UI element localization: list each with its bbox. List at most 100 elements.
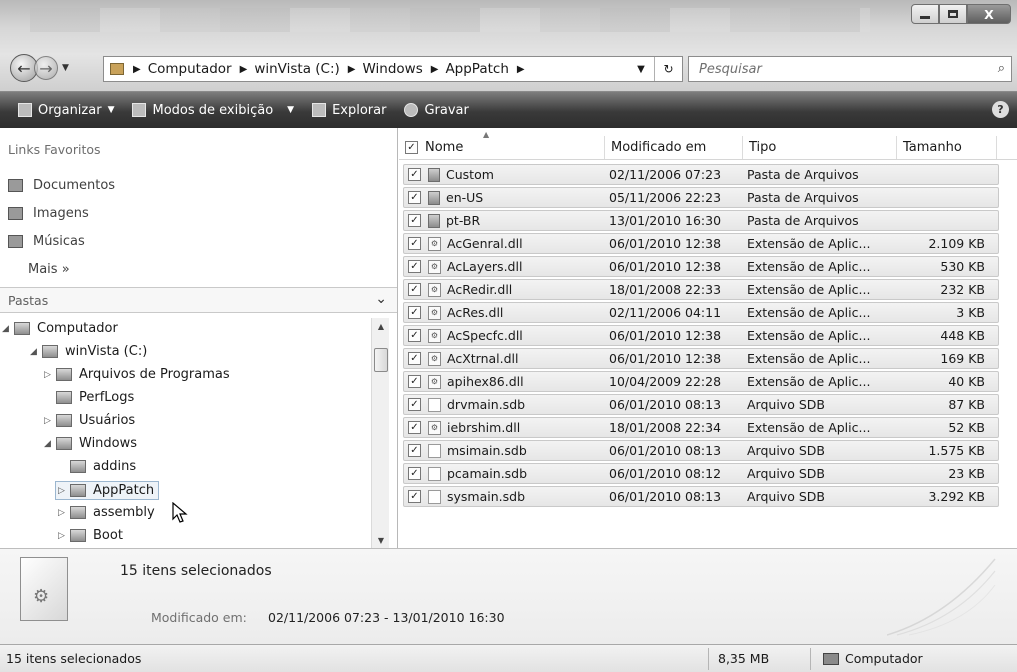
search-input[interactable]: Pesquisar ⌕: [688, 56, 1012, 82]
row-checkbox[interactable]: ✓: [408, 352, 421, 365]
row-checkbox[interactable]: ✓: [408, 191, 421, 204]
row-checkbox[interactable]: ✓: [408, 467, 421, 480]
file-row[interactable]: ✓ ⚙ AcXtrnal.dll 06/01/2010 12:38 Extensão d…: [403, 348, 999, 369]
search-icon[interactable]: ⌕: [998, 61, 1005, 76]
breadcrumb-separator[interactable]: ▶: [133, 64, 141, 75]
file-row[interactable]: ✓ ⚙ AcRes.dll 02/11/2006 04:11 Extensão de A…: [403, 302, 999, 323]
file-modified: 06/01/2010 12:38: [609, 328, 722, 343]
folder-icon: [56, 437, 72, 450]
expanded-arrow-icon[interactable]: ◢: [44, 439, 56, 449]
breadcrumb-winvista[interactable]: winVista (C:): [254, 61, 339, 77]
expanded-arrow-icon[interactable]: ◢: [2, 324, 14, 334]
breadcrumb-separator[interactable]: ▶: [240, 64, 248, 75]
favorite-link-documentos[interactable]: Documentos: [8, 178, 115, 193]
breadcrumb-separator[interactable]: ▶: [517, 64, 525, 75]
scroll-down-arrow-icon[interactable]: ▼: [372, 532, 390, 548]
recent-pages-dropdown[interactable]: ▼: [62, 63, 69, 73]
file-row[interactable]: ✓ ⚙ AcGenral.dll 06/01/2010 12:38 Extensão d…: [403, 233, 999, 254]
collapsed-arrow-icon[interactable]: ▷: [44, 370, 56, 380]
row-checkbox[interactable]: ✓: [408, 237, 421, 250]
breadcrumb-computador[interactable]: Computador: [148, 61, 232, 77]
breadcrumb-windows[interactable]: Windows: [362, 61, 422, 77]
folder-icon: [56, 414, 72, 427]
file-row[interactable]: ✓ drvmain.sdb 06/01/2010 08:13 Arquivo SDB 8…: [403, 394, 999, 415]
row-checkbox[interactable]: ✓: [408, 260, 421, 273]
tree-item-perflogs[interactable]: PerfLogs: [56, 390, 134, 405]
file-row[interactable]: ✓ ⚙ AcRedir.dll 18/01/2008 22:33 Extensão de…: [403, 279, 999, 300]
scroll-up-arrow-icon[interactable]: ▲: [372, 318, 390, 334]
row-checkbox[interactable]: ✓: [408, 375, 421, 388]
collapsed-arrow-icon[interactable]: ▷: [58, 486, 70, 496]
tree-item-usuarios[interactable]: ▷ Usuários: [44, 413, 135, 428]
file-row[interactable]: ✓ pt-BR 13/01/2010 16:30 Pasta de Arquivos: [403, 210, 999, 231]
row-checkbox[interactable]: ✓: [408, 444, 421, 457]
refresh-icon: ↻: [663, 62, 674, 76]
breadcrumb-separator[interactable]: ▶: [431, 64, 439, 75]
tree-item-addins[interactable]: addins: [70, 459, 136, 474]
row-checkbox[interactable]: ✓: [408, 168, 421, 181]
maximize-button[interactable]: [939, 4, 967, 24]
file-name: en-US: [446, 190, 484, 205]
address-bar[interactable]: ▶ Computador ▶ winVista (C:) ▶ Windows ▶…: [103, 56, 683, 82]
minimize-button[interactable]: [911, 4, 939, 24]
favorite-link-imagens[interactable]: Imagens: [8, 206, 89, 221]
organize-button[interactable]: Organizar ▼: [18, 103, 114, 118]
file-row[interactable]: ✓ ⚙ apihex86.dll 10/04/2009 22:28 Extensão d…: [403, 371, 999, 392]
address-dropdown-button[interactable]: ▼: [628, 64, 654, 75]
file-row[interactable]: ✓ ⚙ AcSpecfc.dll 06/01/2010 12:38 Extensão d…: [403, 325, 999, 346]
file-row[interactable]: ✓ pcamain.sdb 06/01/2010 08:12 Arquivo SDB 2…: [403, 463, 999, 484]
tree-item-winvista[interactable]: ◢ winVista (C:): [30, 344, 147, 359]
tree-item-apppatch[interactable]: ▷ AppPatch: [55, 481, 160, 500]
favorite-links-heading: Links Favoritos: [8, 142, 101, 157]
tree-item-assembly[interactable]: ▷ assembly: [58, 505, 155, 520]
column-header-modified[interactable]: Modificado em: [605, 136, 743, 159]
column-header-size[interactable]: Tamanho: [897, 136, 997, 159]
status-bar: 15 itens selecionados 8,35 MB Computador: [0, 644, 1017, 672]
close-button[interactable]: X: [967, 4, 1011, 24]
folder-tree-scrollbar[interactable]: ▲ ▼: [371, 318, 389, 548]
tree-item-arquivos-de-programas[interactable]: ▷ Arquivos de Programas: [44, 367, 230, 382]
row-checkbox[interactable]: ✓: [408, 306, 421, 319]
collapsed-arrow-icon[interactable]: ▷: [58, 531, 70, 541]
file-row[interactable]: ✓ en-US 05/11/2006 22:23 Pasta de Arquivos: [403, 187, 999, 208]
row-checkbox[interactable]: ✓: [408, 421, 421, 434]
chevron-down-icon[interactable]: ⌄: [375, 291, 387, 307]
file-row[interactable]: ✓ sysmain.sdb 06/01/2010 08:13 Arquivo SDB 3…: [403, 486, 999, 507]
tree-item-windows[interactable]: ◢ Windows: [44, 436, 137, 451]
expanded-arrow-icon[interactable]: ◢: [30, 347, 42, 357]
breadcrumb-separator[interactable]: ▶: [348, 64, 356, 75]
row-checkbox[interactable]: ✓: [408, 398, 421, 411]
favorite-link-musicas[interactable]: Músicas: [8, 234, 85, 249]
help-icon[interactable]: ?: [992, 101, 1009, 118]
tree-item-computador[interactable]: ◢ Computador: [2, 321, 118, 336]
column-header-type[interactable]: Tipo: [743, 136, 897, 159]
file-modified: 10/04/2009 22:28: [609, 374, 722, 389]
collapsed-arrow-icon[interactable]: ▷: [58, 508, 70, 518]
forward-button[interactable]: →: [34, 56, 58, 80]
file-row[interactable]: ✓ ⚙ AcLayers.dll 06/01/2010 12:38 Extensão d…: [403, 256, 999, 277]
select-all-checkbox[interactable]: ✓: [405, 141, 418, 154]
folders-header[interactable]: Pastas ⌄: [0, 287, 397, 313]
row-checkbox[interactable]: ✓: [408, 283, 421, 296]
column-header-name[interactable]: ✓ Nome ▲: [399, 130, 605, 159]
more-links[interactable]: Mais »: [28, 262, 70, 277]
views-button[interactable]: Modos de exibição ▼: [132, 103, 294, 118]
refresh-button[interactable]: ↻: [654, 57, 682, 81]
tree-item-label: Boot: [93, 528, 123, 543]
file-row[interactable]: ✓ ⚙ iebrshim.dll 18/01/2008 22:34 Extensão d…: [403, 417, 999, 438]
row-checkbox[interactable]: ✓: [408, 329, 421, 342]
collapsed-arrow-icon[interactable]: ▷: [44, 416, 56, 426]
row-checkbox[interactable]: ✓: [408, 214, 421, 227]
file-row[interactable]: ✓ Custom 02/11/2006 07:23 Pasta de Arquivos: [403, 164, 999, 185]
gear-icon: ⚙: [33, 586, 50, 607]
dll-file-icon: ⚙: [428, 420, 441, 435]
burn-button[interactable]: Gravar: [404, 103, 469, 118]
scrollbar-thumb[interactable]: [374, 348, 388, 372]
row-checkbox[interactable]: ✓: [408, 490, 421, 503]
breadcrumb-apppatch[interactable]: AppPatch: [445, 61, 508, 77]
file-row[interactable]: ✓ msimain.sdb 06/01/2010 08:13 Arquivo SDB 1…: [403, 440, 999, 461]
file-type: Extensão de Aplic...: [747, 328, 871, 343]
tree-item-boot[interactable]: ▷ Boot: [58, 528, 123, 543]
file-type: Arquivo SDB: [747, 466, 825, 481]
explore-button[interactable]: Explorar: [312, 103, 386, 118]
